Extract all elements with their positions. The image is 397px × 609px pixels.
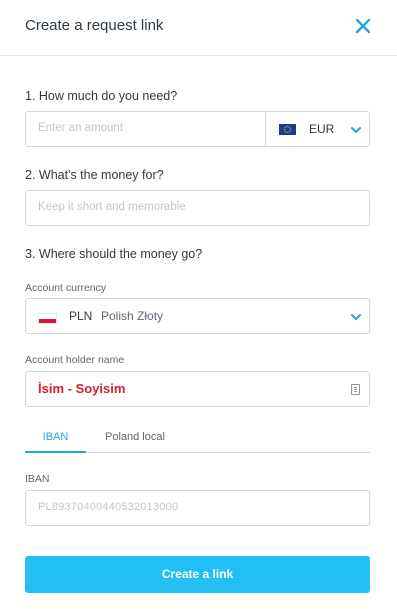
chevron-down-icon xyxy=(351,314,361,320)
account-holder-value: İsim - Soyisim xyxy=(38,381,126,396)
contact-card-icon[interactable] xyxy=(351,384,360,395)
account-type-tabs: IBAN Poland local xyxy=(25,427,370,453)
account-holder-label: Account holder name xyxy=(25,354,125,366)
purpose-placeholder: Keep it short and memorable xyxy=(38,201,186,213)
account-currency-code: PLN xyxy=(69,309,93,323)
currency-select[interactable]: EUR xyxy=(265,111,370,147)
account-currency-select[interactable]: PLN Polish Złoty xyxy=(25,298,370,334)
create-link-button[interactable]: Create a link xyxy=(25,556,370,593)
purpose-input[interactable]: Keep it short and memorable xyxy=(25,190,370,226)
currency-code: EUR xyxy=(309,122,335,136)
account-currency-name: Polish Złoty xyxy=(101,309,164,323)
iban-placeholder: PL89370400440532013000 xyxy=(38,501,179,513)
close-icon[interactable] xyxy=(353,16,373,36)
destination-section-label: 3. Where should the money go? xyxy=(25,247,203,261)
amount-section-label: 1. How much do you need? xyxy=(25,89,178,103)
purpose-section-label: 2. What's the money for? xyxy=(25,168,164,182)
eu-flag-icon xyxy=(279,124,296,135)
header: Create a request link xyxy=(0,0,397,56)
amount-placeholder: Enter an amount xyxy=(38,122,124,134)
tab-poland-local[interactable]: Poland local xyxy=(105,431,165,453)
chevron-down-icon xyxy=(351,127,361,133)
page-title: Create a request link xyxy=(25,17,164,34)
poland-flag-icon xyxy=(38,313,57,324)
tab-iban[interactable]: IBAN xyxy=(25,431,86,453)
amount-input[interactable]: Enter an amount xyxy=(25,111,266,147)
account-holder-input[interactable]: İsim - Soyisim xyxy=(25,371,370,407)
iban-label: IBAN xyxy=(25,473,50,485)
iban-input[interactable]: PL89370400440532013000 xyxy=(25,490,370,526)
account-currency-label: Account currency xyxy=(25,282,107,294)
